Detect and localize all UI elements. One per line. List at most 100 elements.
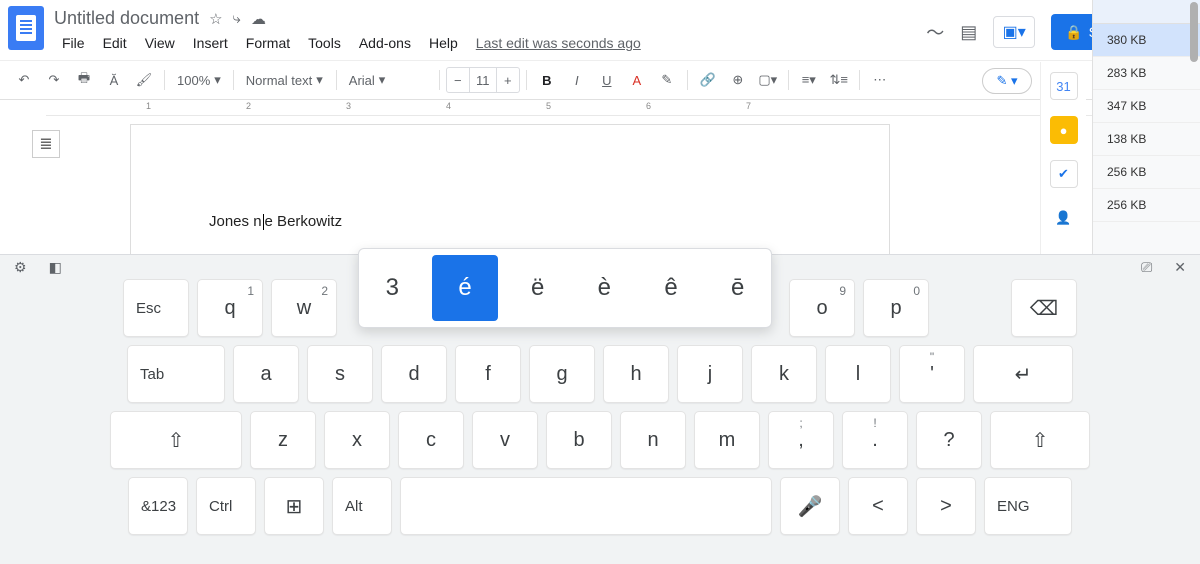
link-button[interactable]: 🔗 xyxy=(694,66,722,94)
key-b[interactable]: b xyxy=(546,411,612,469)
key->[interactable]: > xyxy=(916,477,976,535)
menu-edit[interactable]: Edit xyxy=(95,33,135,53)
menu-format[interactable]: Format xyxy=(238,33,298,53)
document-text[interactable]: Jones ne Berkowitz xyxy=(209,213,342,230)
key-.[interactable]: .! xyxy=(842,411,908,469)
key-v[interactable]: v xyxy=(472,411,538,469)
key-⇧[interactable]: ⇧ xyxy=(110,411,242,469)
key-&123[interactable]: &123 xyxy=(128,477,188,535)
font-size-value[interactable]: 11 xyxy=(469,68,497,92)
italic-button[interactable]: I xyxy=(563,66,591,94)
menu-view[interactable]: View xyxy=(137,33,183,53)
underline-button[interactable]: U xyxy=(593,66,621,94)
move-icon[interactable]: ⤷ xyxy=(233,10,241,27)
key-a[interactable]: a xyxy=(233,345,299,403)
calendar-icon[interactable]: 31 xyxy=(1050,72,1078,100)
paint-format-button[interactable]: 🖌 xyxy=(130,66,158,94)
highlight-button[interactable]: ✎ xyxy=(653,66,681,94)
menu-addons[interactable]: Add-ons xyxy=(351,33,419,53)
keep-icon[interactable]: ● xyxy=(1050,116,1078,144)
key-,[interactable]: ,; xyxy=(768,411,834,469)
key-m[interactable]: m xyxy=(694,411,760,469)
comments-icon[interactable]: ▤ xyxy=(960,22,977,43)
print-button[interactable]: 🖶 xyxy=(70,66,98,94)
more-button[interactable]: ⋯ xyxy=(866,66,894,94)
key-d[interactable]: d xyxy=(381,345,447,403)
key-s[interactable]: s xyxy=(307,345,373,403)
font-size-decrease[interactable]: − xyxy=(447,68,469,92)
keyboard-layout-icon[interactable]: ◧ xyxy=(49,259,62,276)
key-⇧[interactable]: ⇧ xyxy=(990,411,1090,469)
line-spacing-button[interactable]: ⇅≡ xyxy=(825,66,853,94)
key-c[interactable]: c xyxy=(398,411,464,469)
last-edit-link[interactable]: Last edit was seconds ago xyxy=(468,33,649,53)
key-Ctrl[interactable]: Ctrl xyxy=(196,477,256,535)
key-g[interactable]: g xyxy=(529,345,595,403)
accent-option[interactable]: ê xyxy=(638,249,705,327)
key-Alt[interactable]: Alt xyxy=(332,477,392,535)
key-h[interactable]: h xyxy=(603,345,669,403)
key-o[interactable]: o9 xyxy=(789,279,855,337)
key-w[interactable]: w2 xyxy=(271,279,337,337)
menu-file[interactable]: File xyxy=(54,33,93,53)
zoom-select[interactable]: 100%▾ xyxy=(171,72,227,88)
file-list-item[interactable]: 347 KB xyxy=(1093,90,1200,123)
comment-button[interactable]: ⊕ xyxy=(724,66,752,94)
keyboard-settings-icon[interactable]: ⚙ xyxy=(14,259,27,276)
accent-option-selected[interactable]: é xyxy=(432,255,499,321)
file-list-item[interactable]: 256 KB xyxy=(1093,156,1200,189)
align-button[interactable]: ≡▾ xyxy=(795,66,823,94)
tasks-icon[interactable]: ✔ xyxy=(1050,160,1078,188)
ruler[interactable]: 1 2 3 4 5 6 7 xyxy=(46,100,1152,116)
document-title[interactable]: Untitled document xyxy=(54,8,199,29)
key-z[interactable]: z xyxy=(250,411,316,469)
key-Esc[interactable]: Esc xyxy=(123,279,189,337)
file-list-item[interactable]: 256 KB xyxy=(1093,189,1200,222)
accent-option[interactable]: ē xyxy=(704,249,771,327)
key-<[interactable]: < xyxy=(848,477,908,535)
undo-button[interactable]: ↶ xyxy=(10,66,38,94)
text-color-button[interactable]: A xyxy=(623,66,651,94)
key-blank[interactable] xyxy=(400,477,772,535)
bold-button[interactable]: B xyxy=(533,66,561,94)
key-⊞[interactable]: ⊞ xyxy=(264,477,324,535)
keyboard-close-icon[interactable]: ✕ xyxy=(1174,259,1186,276)
image-button[interactable]: ▢▾ xyxy=(754,66,782,94)
key-🎤[interactable]: 🎤 xyxy=(780,477,840,535)
key-ENG[interactable]: ENG xyxy=(984,477,1072,535)
key-l[interactable]: l xyxy=(825,345,891,403)
cloud-icon[interactable]: ☁ xyxy=(251,10,266,28)
key-Tab[interactable]: Tab xyxy=(127,345,225,403)
accent-option[interactable]: ë xyxy=(504,249,571,327)
star-icon[interactable]: ☆ xyxy=(209,10,222,28)
file-list-item[interactable]: 380 KB xyxy=(1093,24,1200,57)
editing-mode-button[interactable]: ✎ ▾ xyxy=(982,68,1032,94)
menu-help[interactable]: Help xyxy=(421,33,466,53)
activity-icon[interactable]: 〜 xyxy=(926,19,944,45)
key-x[interactable]: x xyxy=(324,411,390,469)
file-list-item[interactable]: 283 KB xyxy=(1093,57,1200,90)
menu-tools[interactable]: Tools xyxy=(300,33,349,53)
spellcheck-button[interactable]: Ă xyxy=(100,66,128,94)
file-list-item[interactable]: 138 KB xyxy=(1093,123,1200,156)
key-q[interactable]: q1 xyxy=(197,279,263,337)
accent-option[interactable]: 3 xyxy=(359,249,426,327)
style-select[interactable]: Normal text▾ xyxy=(240,72,330,88)
redo-button[interactable]: ↷ xyxy=(40,66,68,94)
key-p[interactable]: p0 xyxy=(863,279,929,337)
present-button[interactable]: ▣▾ xyxy=(993,16,1035,48)
key-k[interactable]: k xyxy=(751,345,817,403)
key-↵[interactable]: ↵ xyxy=(973,345,1073,403)
scrollbar-thumb[interactable] xyxy=(1190,2,1198,62)
key-n[interactable]: n xyxy=(620,411,686,469)
docs-logo[interactable] xyxy=(8,6,44,50)
contacts-icon[interactable]: 👤 xyxy=(1050,204,1078,232)
key-j[interactable]: j xyxy=(677,345,743,403)
font-size-increase[interactable]: + xyxy=(497,68,519,92)
key-?[interactable]: ? xyxy=(916,411,982,469)
font-select[interactable]: Arial▾ xyxy=(343,72,433,88)
file-list-header[interactable] xyxy=(1093,0,1200,24)
keyboard-dock-icon[interactable]: ⎚ xyxy=(1141,259,1152,276)
key-⌫[interactable]: ⌫ xyxy=(1011,279,1077,337)
key-'[interactable]: '" xyxy=(899,345,965,403)
